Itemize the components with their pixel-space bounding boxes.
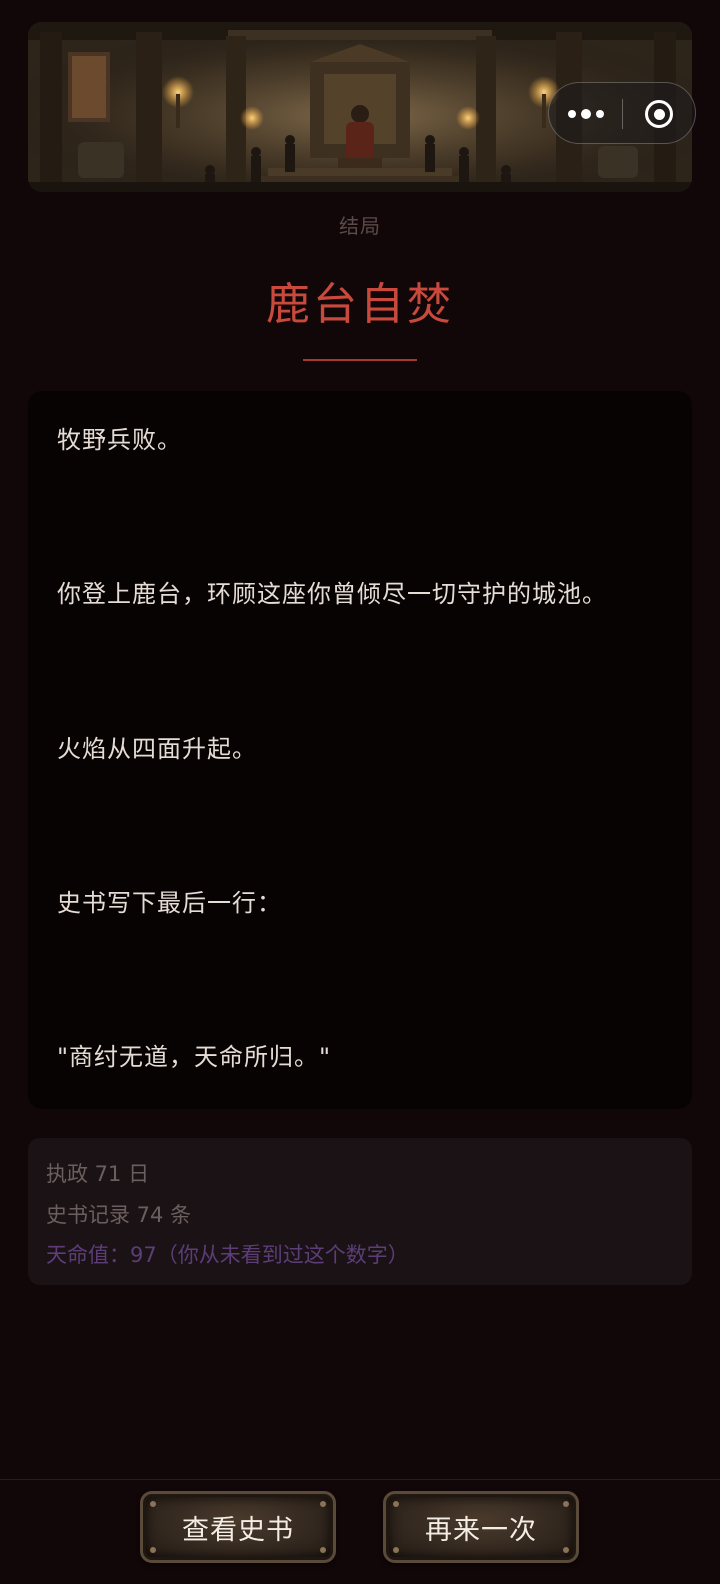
stat-days: 执政 71 日: [46, 1162, 150, 1186]
retry-button[interactable]: 再来一次: [383, 1491, 579, 1563]
story-line: 牧野兵败。: [57, 426, 182, 454]
view-history-label: 查看史书: [182, 1514, 294, 1546]
target-circle-icon[interactable]: [629, 91, 689, 137]
stats-card: 执政 71 日 史书记录 74 条 天命值：97（你从未看到过这个数字）: [28, 1138, 692, 1285]
more-dots-icon[interactable]: [557, 91, 615, 137]
story-line: "商纣无道，天命所归。": [57, 1043, 332, 1071]
stat-fate: 天命值：97（你从未看到过这个数字）: [46, 1243, 409, 1267]
retry-label: 再来一次: [425, 1514, 537, 1546]
ending-page: 结局 鹿台自焚 牧野兵败。 你登上鹿台，环顾这座你曾倾尽一切守护的城池。 火焰从…: [0, 0, 720, 1584]
title-divider: [303, 359, 417, 361]
story-line: 你登上鹿台，环顾这座你曾倾尽一切守护的城池。: [57, 580, 607, 608]
miniprogram-capsule: [548, 82, 696, 144]
capsule-divider: [622, 99, 623, 129]
ending-kicker: 结局: [339, 214, 381, 238]
ending-title: 鹿台自焚: [266, 279, 454, 330]
story-card: 牧野兵败。 你登上鹿台，环顾这座你曾倾尽一切守护的城池。 火焰从四面升起。 史书…: [28, 391, 692, 1109]
view-history-button[interactable]: 查看史书: [140, 1491, 336, 1563]
story-line: 史书写下最后一行：: [57, 889, 282, 917]
bottom-action-bar: [0, 1479, 720, 1584]
stat-records: 史书记录 74 条: [46, 1203, 192, 1227]
story-line: 火焰从四面升起。: [57, 735, 257, 763]
